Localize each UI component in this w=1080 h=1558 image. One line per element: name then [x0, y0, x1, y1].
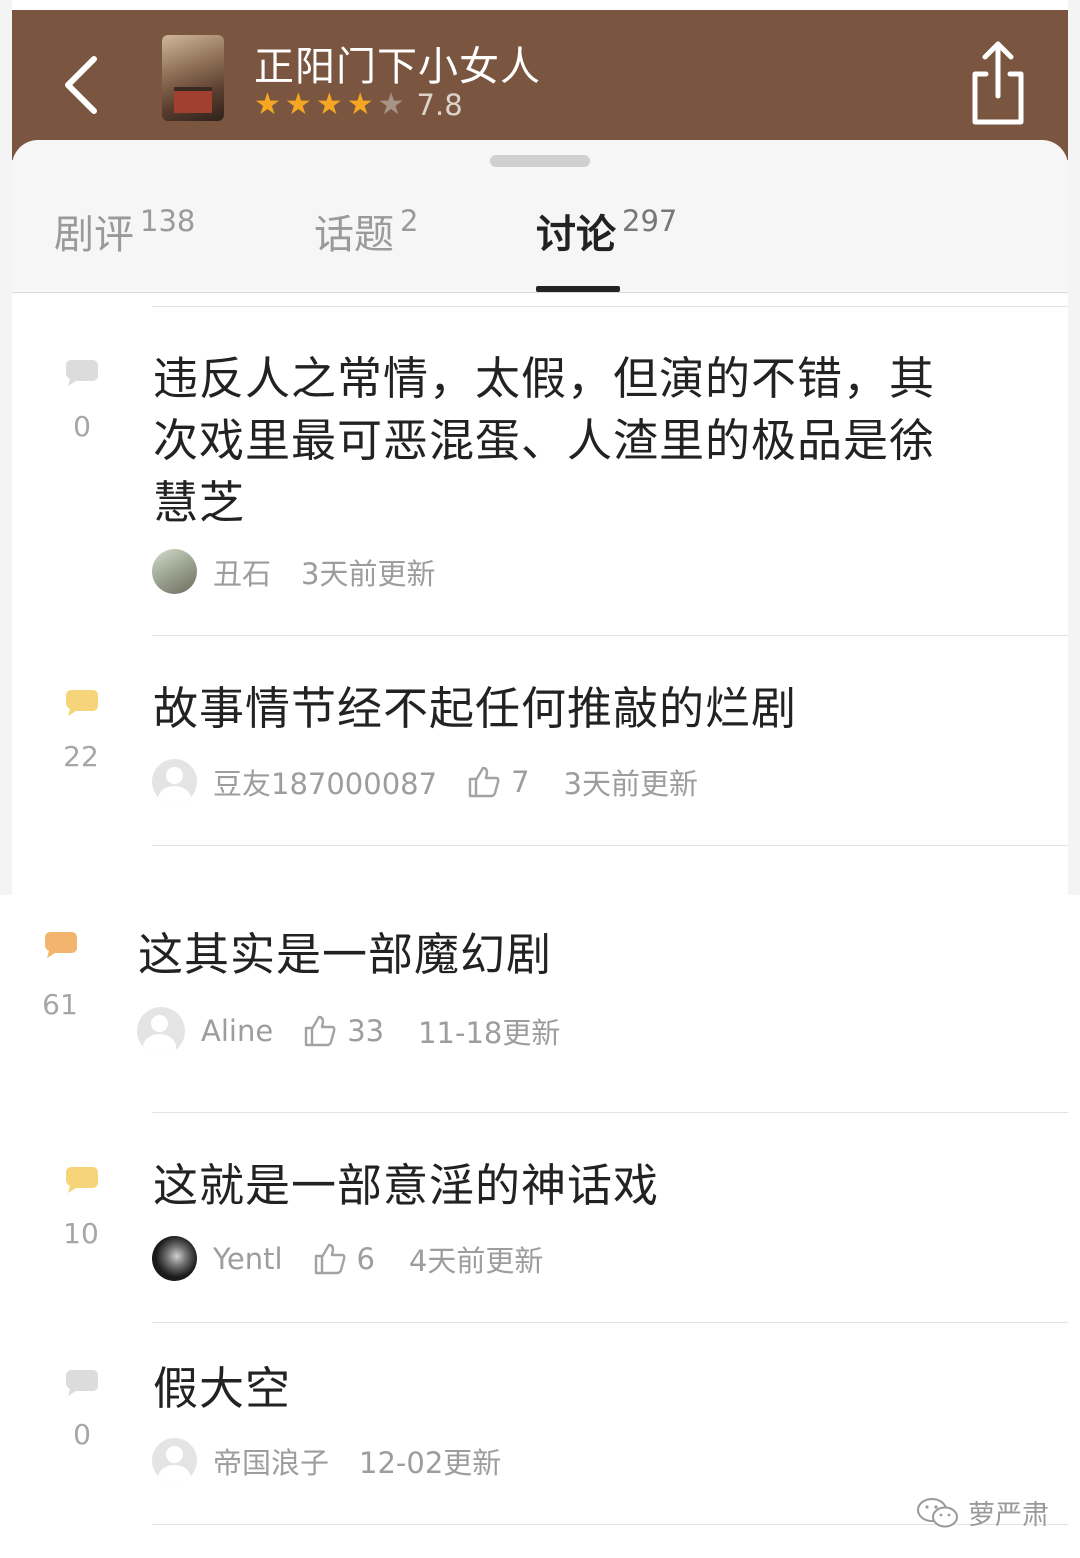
divider: [152, 845, 1068, 846]
screen: 正阳门下小女人 ★★★★★ 7.8 剧评138 话题2 讨论297: [0, 0, 1080, 1558]
tab-reviews[interactable]: 剧评 138: [54, 202, 195, 262]
title-line: 违反人之常情，太假，但演的不错，其: [153, 352, 936, 405]
like-count: 6: [356, 1241, 375, 1276]
tab-sheet: 剧评 138 话题 2 讨论 297: [12, 140, 1068, 293]
tab-count: 2: [400, 204, 419, 238]
rating-score: 7.8: [416, 88, 463, 122]
comment-bubble-icon: [66, 1167, 98, 1193]
item-meta: 帝国浪子 12-02更新: [152, 1438, 501, 1483]
star-rating: ★ ★ ★ ★ ★: [254, 90, 409, 120]
divider: [152, 1112, 1068, 1113]
poster-gate-graphic: [174, 87, 212, 113]
left-edge: [0, 0, 12, 895]
right-edge: [1068, 0, 1080, 895]
tab-discussions[interactable]: 讨论 297: [536, 202, 677, 262]
thumbs-up-icon: [304, 1015, 336, 1047]
comment-count: 0: [73, 410, 91, 443]
author-name[interactable]: 豆友187000087: [213, 761, 437, 803]
updated-time: 4天前更新: [408, 1243, 544, 1278]
title-line: 这就是一部意淫的神话戏: [153, 1159, 660, 1212]
watermark: 萝严肃: [916, 1493, 1049, 1532]
drama-title: 正阳门下小女人: [254, 44, 541, 90]
chevron-left-icon: [65, 56, 97, 114]
tab-label: 剧评: [54, 212, 134, 258]
comment-count: 10: [63, 1217, 99, 1250]
back-button[interactable]: [52, 45, 112, 125]
star-icon: ★: [254, 87, 281, 122]
discussion-title[interactable]: 这其实是一部魔幻剧: [138, 924, 552, 986]
item-meta: 豆友187000087 7 3天前更新: [152, 759, 698, 804]
tab-count: 297: [622, 204, 678, 238]
tab-label: 讨论: [536, 212, 616, 258]
wechat-icon: [917, 1497, 958, 1527]
share-icon: [972, 41, 1024, 125]
title-line: 这其实是一部魔幻剧: [138, 928, 553, 981]
comment-bubble-icon: [66, 1370, 98, 1396]
drag-handle[interactable]: [490, 155, 590, 167]
comment-bubble-icon: [66, 360, 98, 386]
discussion-title[interactable]: 这就是一部意淫的神话戏: [153, 1155, 659, 1217]
rating-row: ★ ★ ★ ★ ★ 7.8: [254, 88, 463, 122]
like-count: 7: [511, 764, 530, 799]
author-name[interactable]: Yentl: [213, 1242, 283, 1276]
divider: [152, 1322, 1068, 1323]
thumbs-up-icon: [468, 766, 500, 797]
updated-time: 12-02更新: [359, 1445, 502, 1480]
title-line: 慧芝: [153, 476, 246, 529]
divider: [152, 635, 1068, 636]
star-icon: ★: [284, 87, 312, 122]
watermark-text: 萝严肃: [968, 1500, 1049, 1531]
updated-time: 3天前更新: [301, 556, 436, 591]
comment-count: 22: [63, 740, 99, 773]
item-meta: Aline 33 11-18更新: [137, 1007, 560, 1055]
title-line: 假大空: [153, 1362, 292, 1415]
author-name[interactable]: 丑石: [213, 551, 271, 593]
comment-bubble-icon: [45, 932, 77, 958]
updated-time: 11-18更新: [418, 1016, 561, 1050]
comment-count: 61: [42, 988, 78, 1021]
star-icon: ★: [377, 87, 405, 122]
item-meta: 丑石 3天前更新: [152, 549, 435, 594]
title-line: 次戏里最可恶混蛋、人渣里的极品是徐: [153, 414, 936, 467]
title-line: 故事情节经不起任何推敲的烂剧: [153, 682, 798, 735]
header-bar: 正阳门下小女人 ★ ★ ★ ★ ★ 7.8: [12, 10, 1068, 160]
comment-bubble-icon: [66, 690, 98, 716]
discussion-title[interactable]: 假大空: [153, 1358, 291, 1420]
tab-count: 138: [140, 204, 196, 238]
star-icon: ★: [315, 87, 343, 122]
discussion-title[interactable]: 故事情节经不起任何推敲的烂剧: [153, 678, 797, 740]
drama-poster[interactable]: [162, 35, 224, 121]
author-name[interactable]: Aline: [201, 1014, 273, 1048]
avatar[interactable]: [152, 549, 197, 594]
avatar[interactable]: [152, 759, 197, 804]
author-name[interactable]: 帝国浪子: [213, 1440, 329, 1482]
active-tab-indicator: [536, 286, 620, 292]
item-meta: Yentl 6 4天前更新: [152, 1236, 543, 1281]
thumbs-up-icon: [314, 1243, 345, 1274]
discussion-title[interactable]: 违反人之常情，太假，但演的不错，其 次戏里最可恶混蛋、人渣里的极品是徐 慧芝: [153, 348, 935, 534]
updated-time: 3天前更新: [563, 766, 698, 801]
avatar[interactable]: [137, 1007, 185, 1055]
avatar[interactable]: [152, 1438, 197, 1483]
divider: [152, 306, 1068, 307]
share-button[interactable]: [967, 38, 1029, 126]
avatar[interactable]: [152, 1236, 197, 1281]
like-count: 33: [347, 1014, 385, 1048]
tab-label: 话题: [314, 212, 394, 258]
tab-topics[interactable]: 话题 2: [314, 202, 418, 262]
star-icon: ★: [346, 87, 374, 122]
comment-count: 0: [73, 1418, 91, 1451]
